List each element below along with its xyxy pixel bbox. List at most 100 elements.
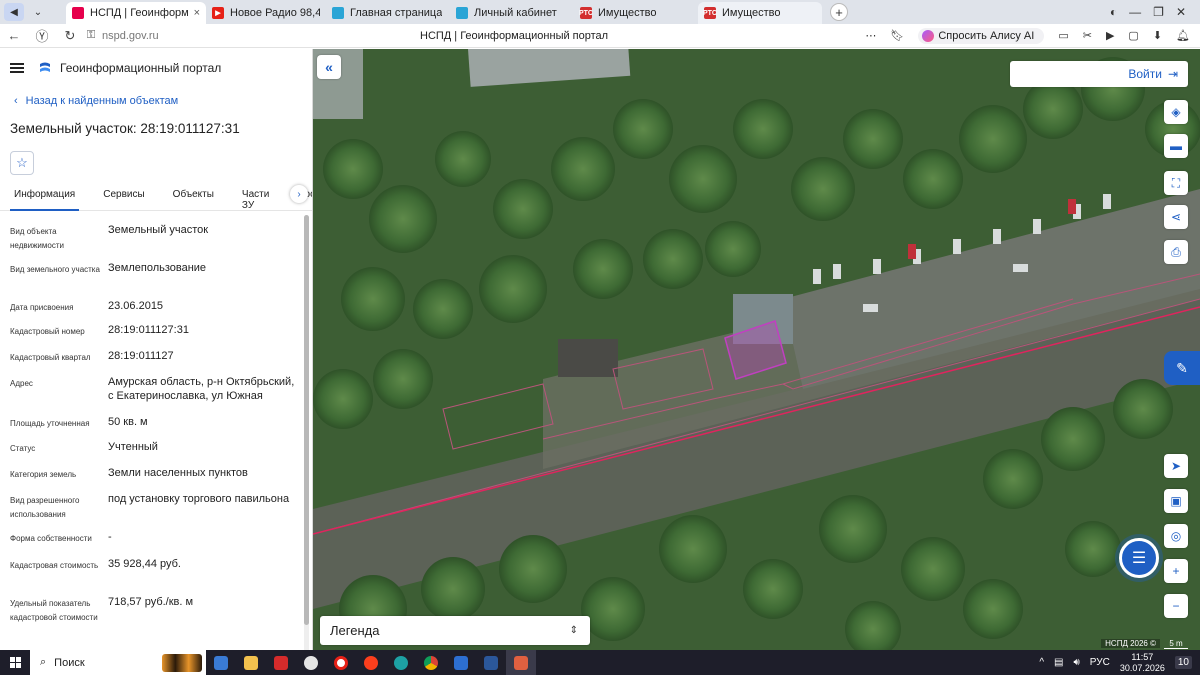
tab-property-2[interactable]: РТС Имущество <box>698 2 822 24</box>
clock[interactable]: 11:57 30.07.2026 <box>1120 652 1165 674</box>
yandex-icon[interactable]: Ⓨ <box>28 26 56 45</box>
tab-radio[interactable]: ▶ Новое Радио 98,4 FM <box>206 2 326 24</box>
yandex-browser-app[interactable] <box>326 650 356 675</box>
tiger-image <box>162 653 202 672</box>
tab-services[interactable]: Сервисы <box>99 185 148 211</box>
downloads-icon[interactable]: ⬇ <box>1153 29 1162 42</box>
chat-button[interactable]: ☰ <box>1119 538 1159 578</box>
ruler-icon: ▬ <box>1170 139 1182 153</box>
location-icon: ◎ <box>1170 529 1182 543</box>
zoom-out-button[interactable]: − <box>1164 594 1188 618</box>
back-to-results-link[interactable]: ‹ Назад к найденным объектам <box>0 87 312 115</box>
object-panel: Геоинформационный портал ‹ Назад к найде… <box>0 49 313 650</box>
ask-alice-button[interactable]: Спросить Алису AI <box>918 27 1045 44</box>
url-field[interactable]: nspd.gov.ru <box>102 30 159 42</box>
tab-parts[interactable]: Части ЗУ <box>238 185 273 211</box>
tabs-scroll-right-icon[interactable]: › <box>290 185 308 203</box>
language-indicator[interactable]: РУС <box>1090 657 1110 668</box>
tools-icon[interactable]: ✂ <box>1083 29 1092 42</box>
explorer-app[interactable] <box>236 650 266 675</box>
locate-button[interactable]: ◎ <box>1164 524 1188 548</box>
close-window-icon[interactable]: ✕ <box>1176 5 1186 19</box>
network-icon[interactable]: ▤ <box>1054 657 1063 668</box>
minimap-button[interactable]: ▣ <box>1164 489 1188 513</box>
minimap-icon: ▣ <box>1170 494 1182 508</box>
gosuslugi-favicon-icon <box>332 7 344 19</box>
chrome-app[interactable] <box>416 650 446 675</box>
tab-cabinet[interactable]: Личный кабинет <box>450 2 574 24</box>
chevron-updown-icon: ⇕ <box>569 625 578 636</box>
folder-icon <box>244 655 258 670</box>
menu-icon[interactable] <box>10 63 24 73</box>
scrollbar-thumb[interactable] <box>304 215 309 625</box>
more-icon[interactable]: ⋯ <box>865 29 876 42</box>
map-copyright: НСПД 2026 © <box>1101 639 1160 648</box>
screen: ◀ ⌄ НСПД | Геоинформацио × ▶ Новое Радио… <box>0 0 1200 675</box>
browser-menu-icon[interactable]: ◀ <box>4 3 24 21</box>
panel-scrollbar[interactable] <box>304 215 309 650</box>
tab-view-icon[interactable]: ▭ <box>1058 29 1068 42</box>
tabs-dropdown-icon[interactable]: ⌄ <box>28 3 48 21</box>
media-icon[interactable]: ▶ <box>1106 29 1114 42</box>
close-tab-icon[interactable]: × <box>194 7 200 19</box>
yandex-app[interactable] <box>356 650 386 675</box>
minus-icon: − <box>1172 599 1180 613</box>
active-app[interactable] <box>506 650 536 675</box>
satellite-map[interactable] <box>313 49 1200 650</box>
taskview-icon <box>214 655 228 670</box>
edge-icon <box>394 655 408 670</box>
circle-app[interactable] <box>296 650 326 675</box>
favorite-star-button[interactable]: ☆ <box>10 151 34 175</box>
share-button[interactable]: ⋖ <box>1164 205 1188 229</box>
address-bar: ← Ⓨ ↻ ⚿ nspd.gov.ru НСПД | Геоинформацио… <box>0 24 1200 48</box>
reload-icon[interactable]: ↻ <box>56 28 84 44</box>
bookmark-icon[interactable]: 🔖︎ <box>890 29 904 42</box>
tab-nspd[interactable]: НСПД | Геоинформацио × <box>66 2 206 24</box>
mail-app[interactable] <box>446 650 476 675</box>
zoom-in-button[interactable]: + <box>1164 559 1188 583</box>
taskview-app[interactable] <box>206 650 236 675</box>
new-tab-button[interactable]: + <box>830 3 848 21</box>
taskbar-search[interactable]: ⌕ Поиск <box>30 650 206 675</box>
windows-taskbar: ⌕ Поиск ^ ▤ 🔊︎ РУС 11:57 30.07.2026 10 <box>0 650 1200 675</box>
print-icon: ⎙ <box>1171 244 1181 259</box>
assistant-icon: ✎ <box>1176 359 1188 376</box>
windows-icon <box>9 657 21 668</box>
start-button[interactable] <box>0 657 30 668</box>
layers-button[interactable]: ◈ <box>1164 100 1188 124</box>
share-icon: ⋖ <box>1170 210 1182 224</box>
ruler-button[interactable]: ▬ <box>1164 134 1188 158</box>
collapse-panel-button[interactable]: « <box>317 55 341 79</box>
edge-app[interactable] <box>386 650 416 675</box>
rts-favicon-icon: РТС <box>579 7 593 19</box>
portal-logo-icon <box>40 62 50 72</box>
word-app[interactable] <box>476 650 506 675</box>
chevron-up-icon[interactable]: ^ <box>1039 657 1044 668</box>
red-app[interactable] <box>266 650 296 675</box>
select-area-button[interactable]: ⛶ <box>1164 171 1188 195</box>
notifications-icon[interactable]: 10 <box>1174 656 1192 669</box>
map-view[interactable]: « Войти ⇥ ◈ ▬ ⛶ ⋖ ⎙ ✎ ➤ ▣ ◎ + − ☰ Легенд… <box>313 49 1200 650</box>
extension-icon[interactable]: ◐ <box>1110 5 1117 19</box>
bookmarks-icon[interactable]: ▢ <box>1128 29 1138 42</box>
tab-main-page[interactable]: Главная страница <box>326 2 450 24</box>
print-button[interactable]: ⎙ <box>1164 240 1188 264</box>
youtube-favicon-icon: ▶ <box>212 7 224 19</box>
login-button[interactable]: Войти ⇥ <box>1010 61 1188 87</box>
tab-information[interactable]: Информация <box>10 185 80 211</box>
back-arrow-icon[interactable]: ← <box>0 28 28 43</box>
legend-dropdown[interactable]: Легенда ⇕ <box>320 616 590 645</box>
app-icon <box>514 655 528 670</box>
minimize-icon[interactable]: — <box>1129 5 1141 19</box>
restore-icon[interactable]: ❐ <box>1153 5 1164 19</box>
notifications-icon[interactable]: 🔔︎ <box>1176 29 1190 42</box>
lock-icon: ⚿ <box>86 29 96 41</box>
navigation-arrow-icon: ➤ <box>1170 459 1182 473</box>
chat-icon: ☰ <box>1131 550 1147 567</box>
navigate-button[interactable]: ➤ <box>1164 454 1188 478</box>
tab-objects[interactable]: Объекты <box>169 185 218 211</box>
volume-icon[interactable]: 🔊︎ <box>1073 657 1079 668</box>
tab-property-1[interactable]: РТС Имущество <box>574 2 698 24</box>
assistant-button[interactable]: ✎ <box>1164 351 1200 385</box>
login-icon: ⇥ <box>1167 67 1178 81</box>
